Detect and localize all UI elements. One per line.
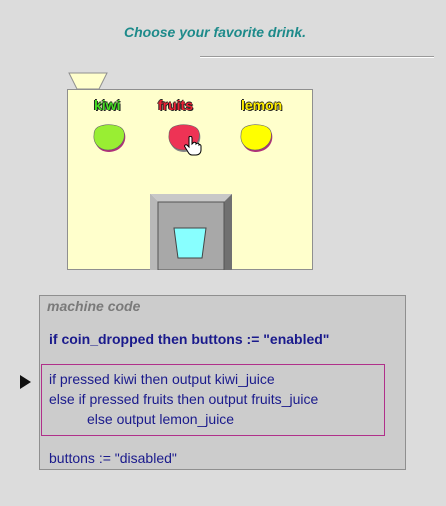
lemon-button[interactable] xyxy=(240,124,274,154)
code-line-lemon: else output lemon_juice xyxy=(87,411,235,427)
execution-pointer-icon xyxy=(20,375,31,389)
kiwi-button[interactable] xyxy=(93,124,127,154)
drink-machine-page: Choose your favorite drink. kiwi fruits … xyxy=(0,0,446,506)
highlighted-code-block: if pressed kiwi then output kiwi_juice e… xyxy=(41,364,385,436)
code-panel-title: machine code xyxy=(47,298,141,314)
code-line-kiwi: if pressed kiwi then output kiwi_juice xyxy=(49,371,275,387)
lemon-label: lemon xyxy=(241,97,283,113)
hand-pointer-icon xyxy=(184,136,202,156)
instruction-text: Choose your favorite drink. xyxy=(124,24,307,40)
fruits-label: fruits xyxy=(158,97,193,113)
kiwi-label: kiwi xyxy=(94,97,121,113)
juice-dispenser xyxy=(150,194,232,270)
code-line-fruits: else if pressed fruits then output fruit… xyxy=(49,391,319,407)
machine-code-panel: machine code if coin_dropped then button… xyxy=(39,295,406,470)
code-line-coin: if coin_dropped then buttons := "enabled… xyxy=(49,331,330,347)
code-line-disable: buttons := "disabled" xyxy=(49,450,177,466)
coin-slot[interactable] xyxy=(68,72,108,90)
divider-line-highlight xyxy=(200,57,434,58)
